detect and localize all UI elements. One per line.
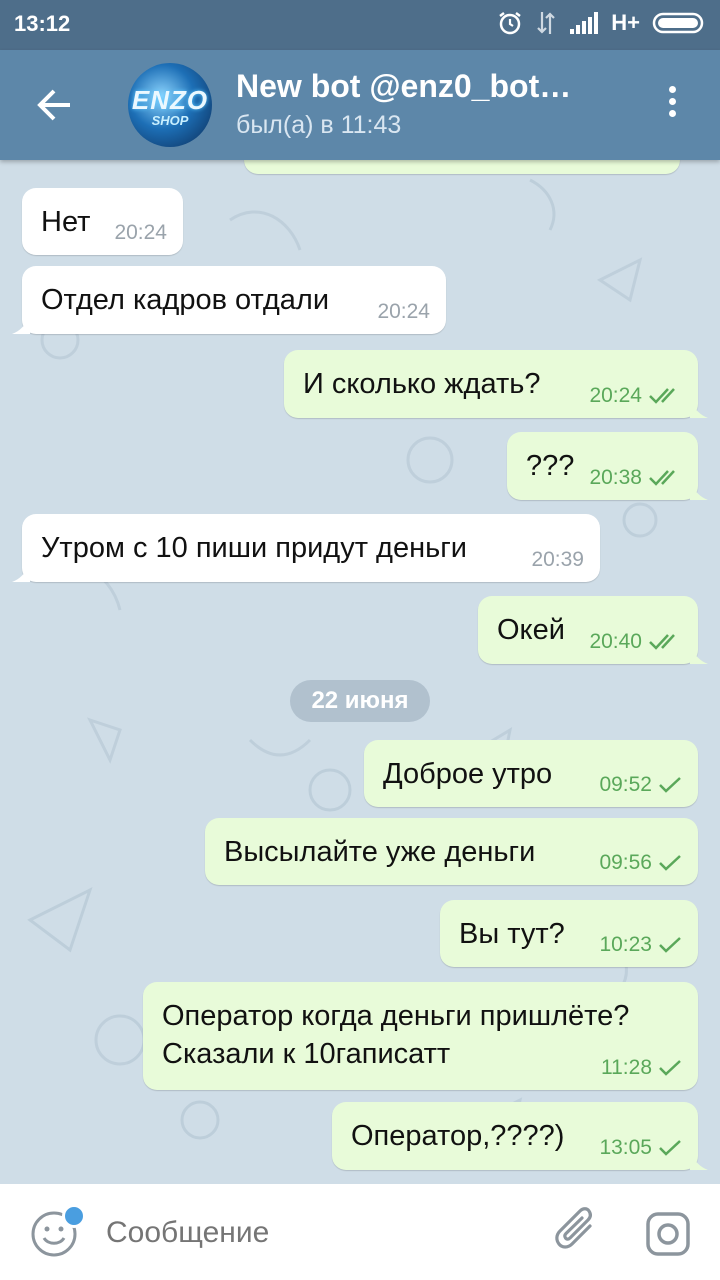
avatar-logo-subtext: SHOP	[151, 113, 189, 128]
avatar[interactable]: ENZO SHOP	[128, 63, 212, 147]
bubble-tail	[690, 1154, 708, 1170]
message-bubble-clipped	[244, 160, 680, 174]
outgoing-message[interactable]: Окей 20:40	[478, 596, 708, 664]
outgoing-message[interactable]: Оператор,????) 13:05	[332, 1102, 708, 1170]
check-icon	[659, 1140, 681, 1156]
message-time: 20:24	[114, 221, 167, 244]
message-time: 20:40	[589, 630, 642, 653]
message-text: Нет	[41, 206, 91, 238]
last-seen-status: был(а) в 11:43	[236, 111, 402, 139]
alarm-icon	[499, 12, 521, 35]
chat-header: ENZO SHOP New bot @enz0_bot… был(а) в 11…	[0, 50, 720, 160]
message-text: Высылайте уже деньги	[224, 836, 536, 868]
message-meta: 10:23	[599, 933, 682, 957]
network-type: H+	[611, 10, 640, 35]
message-time: 20:24	[589, 384, 642, 407]
notification-dot	[62, 1204, 86, 1228]
bubble-tail	[690, 648, 708, 664]
status-bar: 13:12 H+	[0, 0, 720, 50]
double-check-icon	[649, 470, 675, 486]
message-text-line-2: Сказали к 10гаписатт	[162, 1038, 451, 1070]
incoming-message[interactable]: Нет 20:24	[22, 188, 183, 255]
message-meta: 09:56	[599, 851, 682, 875]
message-meta: 13:05	[599, 1136, 682, 1160]
check-icon	[659, 1060, 681, 1076]
message-time: 09:56	[599, 851, 652, 874]
status-icons: H+	[497, 10, 706, 36]
message-text: Отдел кадров отдали	[41, 284, 330, 316]
bubble-tail	[12, 318, 30, 334]
incoming-message[interactable]: Отдел кадров отдали 20:24	[12, 266, 446, 334]
message-time: 20:24	[377, 300, 430, 323]
message-text: И сколько ждать?	[303, 368, 541, 400]
message-input-bar	[0, 1184, 720, 1280]
message-time: 20:39	[531, 548, 584, 571]
check-icon	[659, 855, 681, 871]
message-time: 11:28	[601, 1056, 652, 1079]
message-text: Утром с 10 пиши придут деньги	[41, 532, 467, 564]
bubble-tail	[690, 402, 708, 418]
outgoing-message[interactable]: И сколько ждать? 20:24	[284, 350, 708, 418]
message-meta: 20:24	[377, 300, 430, 324]
battery-icon	[652, 12, 704, 34]
message-time: 13:05	[599, 1136, 652, 1159]
check-icon	[659, 937, 681, 953]
date-separator: 22 июня	[290, 680, 430, 722]
message-text: Доброе утро	[383, 758, 553, 790]
status-time: 13:12	[14, 11, 71, 36]
incoming-message[interactable]: Утром с 10 пиши придут деньги 20:39	[12, 514, 600, 582]
chat-title[interactable]: New bot @enz0_bot…	[236, 68, 571, 105]
bubble-tail	[690, 484, 708, 500]
message-time: 10:23	[599, 933, 652, 956]
more-options-icon[interactable]	[660, 86, 684, 126]
signal-icon	[570, 12, 599, 34]
back-arrow-icon[interactable]	[30, 83, 80, 127]
message-text: Окей	[497, 614, 565, 646]
data-transfer-icon	[537, 12, 556, 34]
message-text-line-1: Оператор когда деньги пришлёте?	[162, 1000, 630, 1032]
message-meta: 20:24	[114, 221, 167, 245]
message-list[interactable]: Нет 20:24 Отдел кадров отдали 20:24 И ск…	[0, 160, 720, 1184]
attach-icon[interactable]	[552, 1206, 602, 1258]
message-input[interactable]	[104, 1210, 508, 1256]
message-text: Оператор,????)	[351, 1120, 565, 1152]
avatar-logo-text: ENZO	[131, 85, 209, 115]
outgoing-message[interactable]: ??? 20:38	[507, 432, 708, 500]
message-meta: 20:38	[589, 466, 682, 490]
outgoing-message[interactable]: Доброе утро 09:52	[364, 740, 698, 807]
outgoing-message[interactable]: Высылайте уже деньги 09:56	[205, 818, 698, 885]
message-meta: 20:24	[589, 384, 682, 408]
message-time: 20:38	[589, 466, 642, 489]
message-text: Вы тут?	[459, 918, 565, 950]
outgoing-message[interactable]: Вы тут? 10:23	[440, 900, 698, 967]
message-meta: 11:28	[601, 1056, 682, 1080]
message-meta: 09:52	[599, 773, 682, 797]
message-meta: 20:40	[589, 630, 682, 654]
double-check-icon	[649, 388, 675, 404]
camera-icon[interactable]	[644, 1210, 692, 1258]
bubble-tail	[12, 566, 30, 582]
check-icon	[659, 777, 681, 793]
double-check-icon	[649, 634, 675, 650]
message-text: ???	[526, 450, 575, 482]
message-time: 09:52	[599, 773, 652, 796]
message-meta: 20:39	[531, 548, 584, 572]
outgoing-message[interactable]: Оператор когда деньги пришлёте? Сказали …	[143, 982, 698, 1090]
